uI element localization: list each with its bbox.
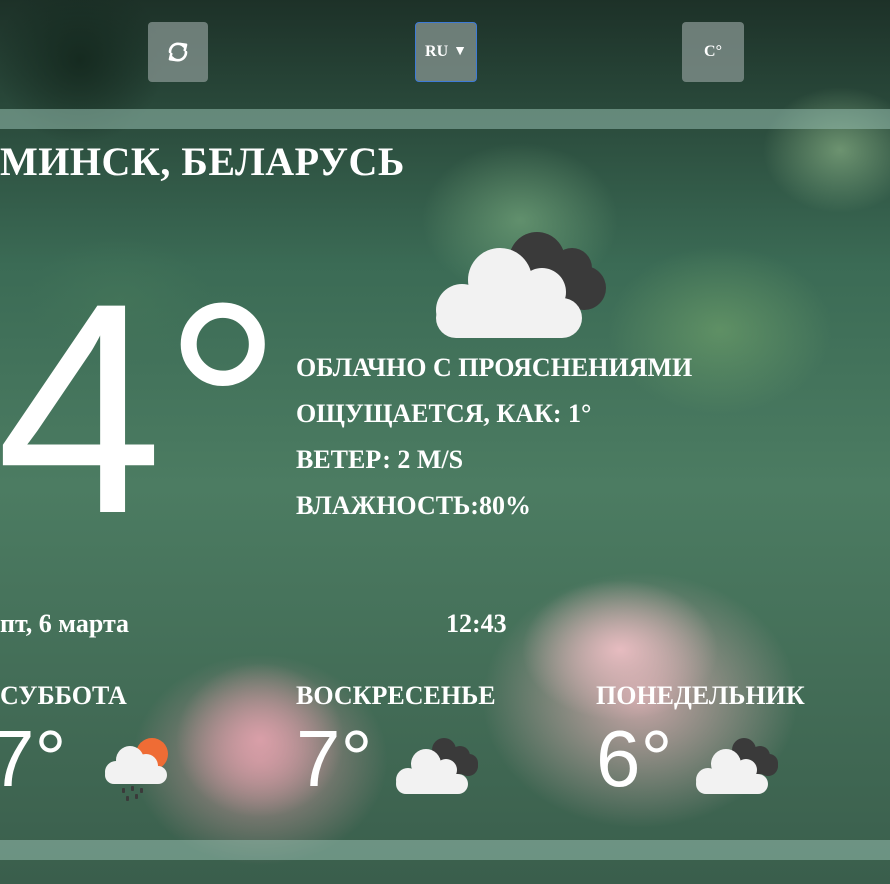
- forecast-day-temperature: 6°: [596, 714, 673, 803]
- chevron-down-icon: ▼: [453, 44, 467, 59]
- forecast-day-temperature: 7°: [296, 714, 373, 803]
- unit-label: C°: [704, 43, 722, 60]
- forecast-day-name: ПОНЕДЕЛЬНИК: [596, 681, 805, 710]
- wind-text: ВЕТЕР: 2 M/S: [296, 445, 464, 474]
- humidity-text: ВЛАЖНОСТЬ:80%: [296, 491, 531, 520]
- forecast-day-name: ВОСКРЕСЕНЬЕ: [296, 681, 496, 710]
- location-title: МИНСК, БЕЛАРУСЬ: [0, 139, 405, 184]
- cloudy-icon: [396, 738, 478, 794]
- forecast-day: ВОСКРЕСЕНЬЕ 7°: [296, 676, 596, 806]
- feels-like-text: ОЩУЩАЕТСЯ, КАК: 1°: [296, 399, 592, 428]
- refresh-background-button[interactable]: [148, 22, 208, 82]
- condition-text: ОБЛАЧНО С ПРОЯСНЕНИЯМИ: [296, 353, 693, 382]
- current-time: 12:43: [446, 609, 507, 638]
- cloudy-icon: [696, 738, 778, 794]
- current-date: пт, 6 марта: [0, 609, 130, 638]
- forecast-day-temperature: 7°: [0, 714, 67, 803]
- top-band: [0, 109, 890, 129]
- current-details: ОБЛАЧНО С ПРОЯСНЕНИЯМИ ОЩУЩАЕТСЯ, КАК: 1…: [296, 348, 692, 532]
- forecast-day: ПОНЕДЕЛЬНИК 6°: [596, 676, 890, 806]
- cloudy-icon: [436, 232, 606, 338]
- language-select[interactable]: RU ▼: [415, 22, 477, 82]
- current-temperature: 4°: [0, 240, 283, 576]
- language-value: RU: [425, 43, 449, 60]
- controls-bar: RU ▼ C°: [0, 0, 890, 108]
- forecast-day: СУББОТА 7°: [0, 676, 300, 806]
- temperature-unit-button[interactable]: C°: [682, 22, 744, 82]
- rain-sun-icon: [105, 738, 168, 801]
- forecast-day-name: СУББОТА: [0, 681, 127, 710]
- refresh-icon: [168, 42, 188, 62]
- weather-app: RU ▼ C° МИНСК, БЕЛАРУСЬ 4° ОБЛАЧНО С ПРО…: [0, 0, 890, 884]
- bottom-band: [0, 840, 890, 860]
